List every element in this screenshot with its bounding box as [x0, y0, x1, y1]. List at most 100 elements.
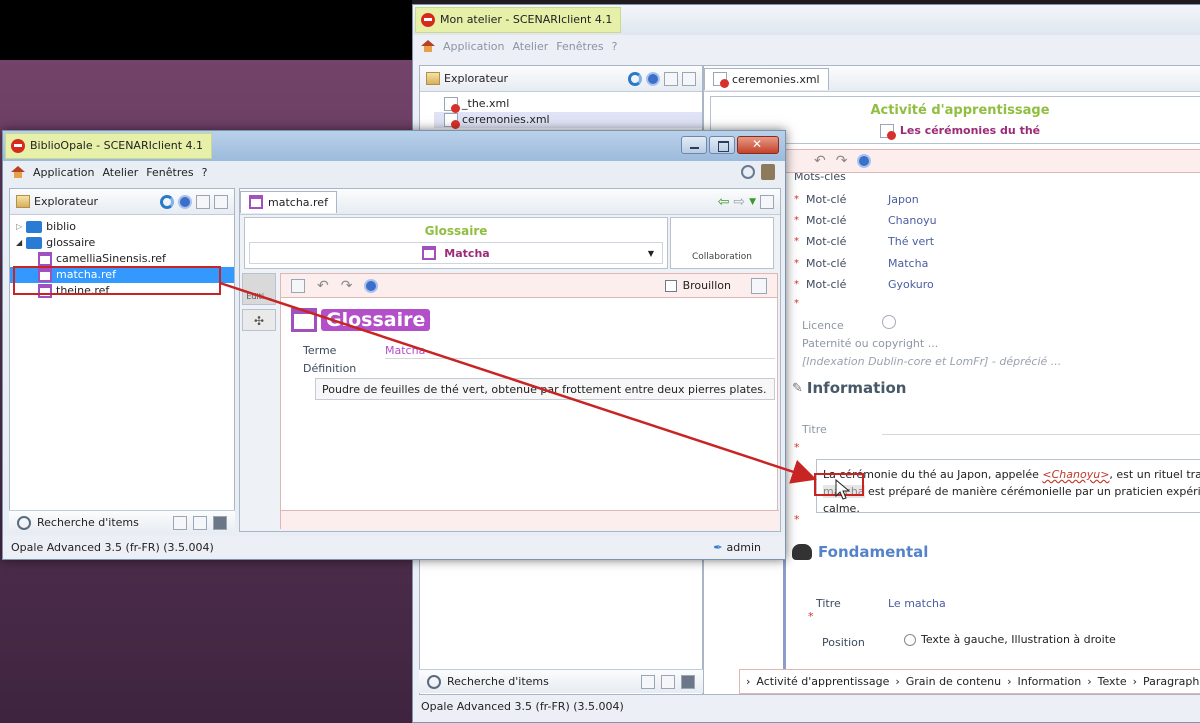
keyword-value[interactable]: Chanoyu [888, 214, 937, 227]
minimize-window-button[interactable] [681, 136, 707, 154]
refresh-icon[interactable] [628, 71, 642, 86]
maximize-editor-icon[interactable] [760, 194, 774, 209]
search-icon[interactable] [741, 165, 755, 179]
breadcrumb-item[interactable]: Information [1018, 675, 1082, 688]
history-dropdown-icon[interactable]: ▼ [749, 197, 756, 207]
menu-atelier[interactable]: Atelier [102, 166, 138, 179]
redo-icon[interactable]: ↷ [341, 278, 353, 294]
tools-icon[interactable] [761, 164, 775, 180]
licence-label[interactable]: Licence [802, 319, 844, 332]
options-icon[interactable] [857, 154, 872, 168]
save-icon[interactable] [291, 278, 305, 293]
definition-field[interactable]: Poudre de feuilles de thé vert, obtenue … [315, 378, 775, 400]
menu-application[interactable]: Application [443, 40, 504, 53]
menu-fenetres[interactable]: Fenêtres [556, 40, 603, 53]
redo-icon[interactable]: ↷ [836, 153, 848, 169]
required-marker: * [794, 513, 800, 526]
tree-item-biblio[interactable]: ▷ biblio [16, 219, 234, 235]
keyword-row[interactable]: * Mot-clé Thé vert [794, 231, 934, 251]
statusbar: Opale Advanced 3.5 (fr-FR) (3.5.004) [413, 695, 1200, 717]
panel-button-icon[interactable] [641, 674, 655, 689]
menu-atelier[interactable]: Atelier [512, 40, 548, 53]
statusbar: Opale Advanced 3.5 (fr-FR) (3.5.004) ✒ a… [3, 536, 785, 558]
paragraph-editor[interactable]: La cérémonie du thé au Japon, appelée <C… [816, 459, 1200, 513]
keyword-row[interactable]: * Mot-clé Gyokuro [794, 274, 934, 294]
minimize-panel-icon[interactable] [196, 194, 210, 209]
chevron-down-icon[interactable]: ▼ [648, 249, 654, 258]
options-icon[interactable] [364, 278, 379, 293]
menu-help[interactable]: ? [612, 40, 618, 53]
breadcrumb-item[interactable]: Texte [1098, 675, 1127, 688]
search-items-icon [427, 674, 441, 689]
forward-arrow-icon[interactable]: ⇨ [733, 194, 745, 210]
draft-checkbox[interactable] [664, 279, 677, 292]
indexation-link[interactable]: [Indexation Dublin-core et LomFr] - dépr… [802, 355, 1061, 368]
breadcrumb-item[interactable]: Grain de contenu [906, 675, 1001, 688]
paternity-link[interactable]: Paternité ou copyright ... [802, 337, 938, 350]
breadcrumb-item[interactable]: Activité d'apprentissage [756, 675, 889, 688]
tree-item-camelliasinensis[interactable]: camelliaSinensis.ref [16, 251, 234, 267]
view-toggle-icon[interactable] [751, 277, 767, 294]
maximize-window-button[interactable] [709, 136, 735, 154]
undo-icon[interactable]: ↶ [317, 278, 329, 294]
keyword-row[interactable]: * Mot-clé Matcha [794, 253, 928, 273]
user-name[interactable]: admin [727, 541, 761, 554]
panel-button-icon[interactable] [661, 674, 675, 689]
position-select[interactable]: Texte à gauche, Illustration à droite [904, 633, 1116, 646]
menu-help[interactable]: ? [202, 166, 208, 179]
keyword-value[interactable]: Japon [888, 193, 919, 206]
close-window-button[interactable] [737, 136, 779, 154]
maximize-panel-icon[interactable] [214, 194, 228, 209]
options-dropdown-icon[interactable] [646, 71, 660, 86]
panel-button-icon[interactable] [173, 515, 187, 530]
add-side-tab[interactable]: ✣ [242, 309, 276, 331]
tab-matcha-ref[interactable]: matcha.ref [240, 190, 337, 213]
glossary-item-selector[interactable]: Matcha ▼ [249, 242, 663, 264]
tab-ceremonies-xml[interactable]: ceremonies.xml [704, 67, 829, 90]
titre-field[interactable] [882, 434, 1200, 435]
collapse-icon[interactable]: ◢ [16, 235, 22, 251]
window-titlebar[interactable]: Mon atelier - SCENARIclient 4.1 [413, 5, 1200, 35]
search-items-bar[interactable]: Recherche d'items [419, 669, 703, 693]
draft-toggle[interactable]: Brouillon [664, 279, 731, 292]
close-panel-icon[interactable] [213, 515, 227, 530]
home-icon[interactable] [11, 166, 25, 178]
tab-label: matcha.ref [268, 195, 328, 209]
required-marker: * [794, 297, 799, 309]
keyword-add-row[interactable]: * [794, 293, 806, 313]
search-items-label: Recherche d'items [37, 516, 139, 529]
folder-open-icon [26, 237, 43, 249]
term-value[interactable]: Matcha [385, 344, 425, 357]
keyword-value[interactable]: Thé vert [888, 235, 934, 248]
window-title: Mon atelier - SCENARIclient 4.1 [440, 13, 613, 26]
window-titlebar[interactable]: BiblioOpale - SCENARIclient 4.1 [3, 131, 785, 161]
window-title-tab: Mon atelier - SCENARIclient 4.1 [415, 7, 622, 33]
undo-icon[interactable]: ↶ [814, 153, 826, 169]
keyword-row[interactable]: * Mot-clé Japon [794, 189, 919, 209]
edit-side-tab[interactable]: Editi... [242, 273, 276, 305]
collaboration-panel[interactable]: Collaboration [670, 217, 774, 269]
back-arrow-icon[interactable]: ⇦ [718, 194, 730, 210]
menu-fenetres[interactable]: Fenêtres [146, 166, 193, 179]
options-dropdown-icon[interactable] [178, 194, 192, 209]
close-panel-icon[interactable] [681, 674, 695, 689]
menu-application[interactable]: Application [33, 166, 94, 179]
tree-item-glossaire[interactable]: ◢ glossaire [16, 235, 234, 251]
expand-icon[interactable]: ▷ [16, 219, 22, 235]
minimize-panel-icon[interactable] [664, 71, 678, 86]
glossary-ref-icon [38, 252, 52, 266]
tree-item-ceremonies-xml[interactable]: ceremonies.xml [434, 112, 702, 129]
keyword-value[interactable]: Matcha [888, 257, 928, 270]
tree-item-the-xml[interactable]: _the.xml [444, 96, 702, 113]
keyword-row[interactable]: * Mot-clé Chanoyu [794, 210, 937, 230]
licence-select-icon[interactable] [882, 315, 896, 329]
fondamental-titre-value[interactable]: Le matcha [888, 597, 946, 610]
glossary-link[interactable]: <Chanoyu> [1042, 468, 1109, 481]
home-icon[interactable] [421, 40, 435, 52]
refresh-icon[interactable] [160, 194, 174, 209]
maximize-panel-icon[interactable] [682, 71, 696, 86]
search-items-bar[interactable]: Recherche d'items [9, 510, 235, 534]
panel-button-icon[interactable] [193, 515, 207, 530]
keyword-value[interactable]: Gyokuro [888, 278, 934, 291]
breadcrumb-item[interactable]: Paragraphe [1143, 675, 1200, 688]
